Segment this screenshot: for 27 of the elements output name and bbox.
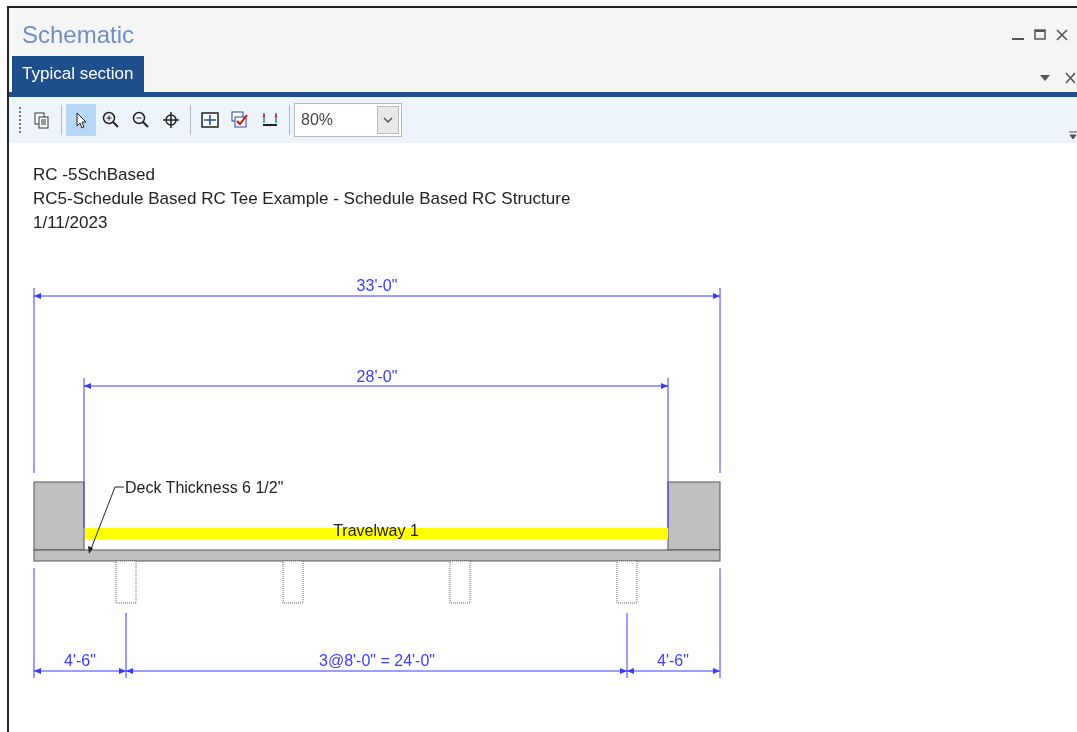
dimension-label: 28'-0" — [356, 368, 398, 385]
checklist-icon — [230, 110, 250, 130]
crosshair-icon — [161, 110, 181, 130]
toolbar-button[interactable] — [66, 104, 96, 136]
copy-icon — [32, 110, 52, 130]
fit-icon — [200, 110, 220, 130]
maximize-icon[interactable] — [1033, 27, 1047, 42]
window-title: Schematic — [22, 19, 135, 50]
header-text: RC -5SchBased — [33, 164, 156, 186]
deck-thickness-label: Deck Thickness 6 1/2" — [125, 479, 284, 496]
overflow-icon[interactable] — [1069, 130, 1077, 140]
chevron-down-icon — [377, 106, 399, 134]
zoom-value: 80% — [301, 110, 334, 130]
zoom-out-icon — [131, 110, 151, 130]
tab[interactable]: Typical section — [12, 56, 144, 92]
close-icon[interactable] — [1065, 72, 1075, 84]
header-text: 1/11/2023 — [33, 212, 109, 234]
dimension-label: 4'-6" — [64, 652, 96, 669]
dimension-label: 3@8'-0" = 24'-0" — [319, 652, 435, 669]
zoom-in-icon — [101, 110, 121, 130]
dimension-label: 4'-6" — [657, 652, 689, 669]
close-icon[interactable] — [1055, 27, 1069, 42]
zoom-select[interactable]: 80% — [294, 103, 402, 137]
header-text: RC5-Schedule Based RC Tee Example - Schedule Based RC Structure — [33, 188, 572, 210]
dimension-label: 33'-0" — [356, 277, 398, 294]
dropdown-icon[interactable] — [1039, 74, 1051, 82]
leader-line — [88, 486, 125, 554]
